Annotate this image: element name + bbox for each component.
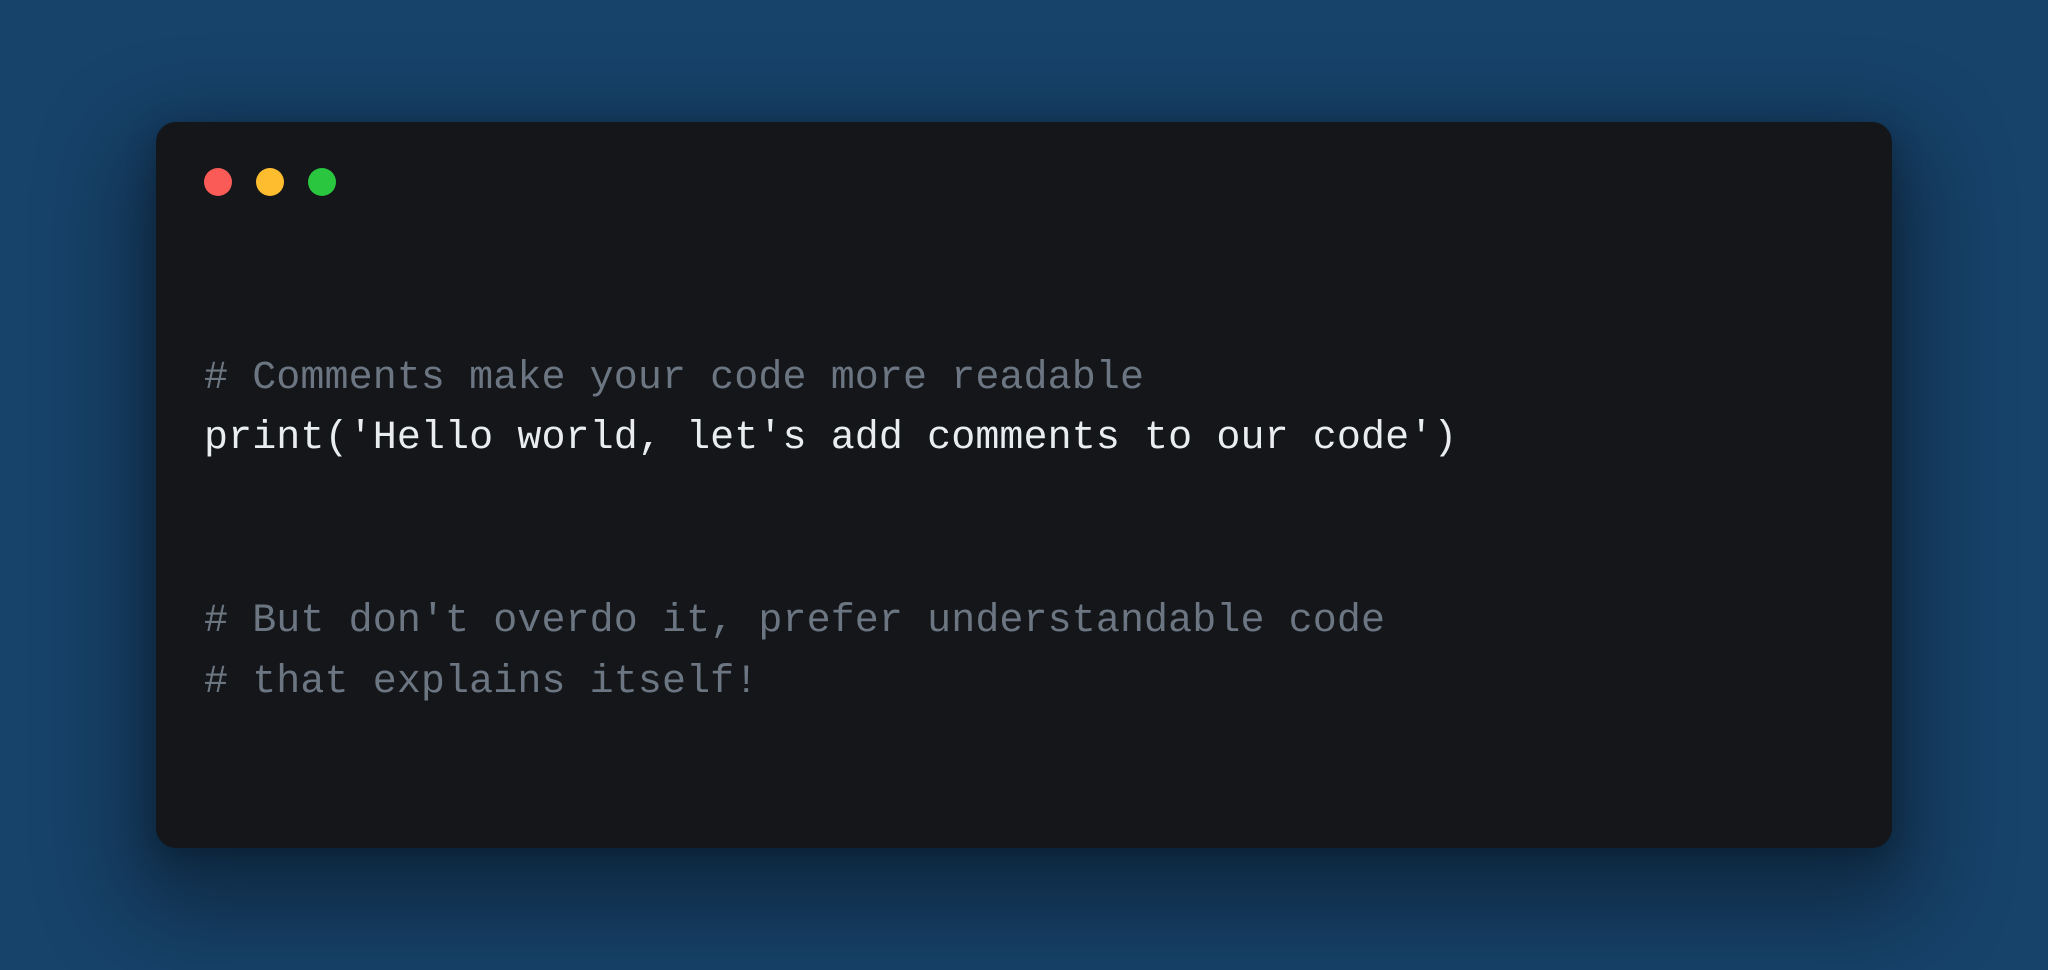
code-window: # Comments make your code more readable … [156,122,1892,848]
code-line: print('Hello world, let's add comments t… [204,416,1457,461]
close-icon[interactable] [204,168,232,196]
minimize-icon[interactable] [256,168,284,196]
code-comment: # But don't overdo it, prefer understand… [204,599,1385,644]
traffic-lights [200,162,1848,196]
code-block: # Comments make your code more readable … [200,288,1848,774]
blank-line [204,470,1848,531]
zoom-icon[interactable] [308,168,336,196]
code-comment: # that explains itself! [204,660,758,705]
code-comment: # Comments make your code more readable [204,356,1144,401]
